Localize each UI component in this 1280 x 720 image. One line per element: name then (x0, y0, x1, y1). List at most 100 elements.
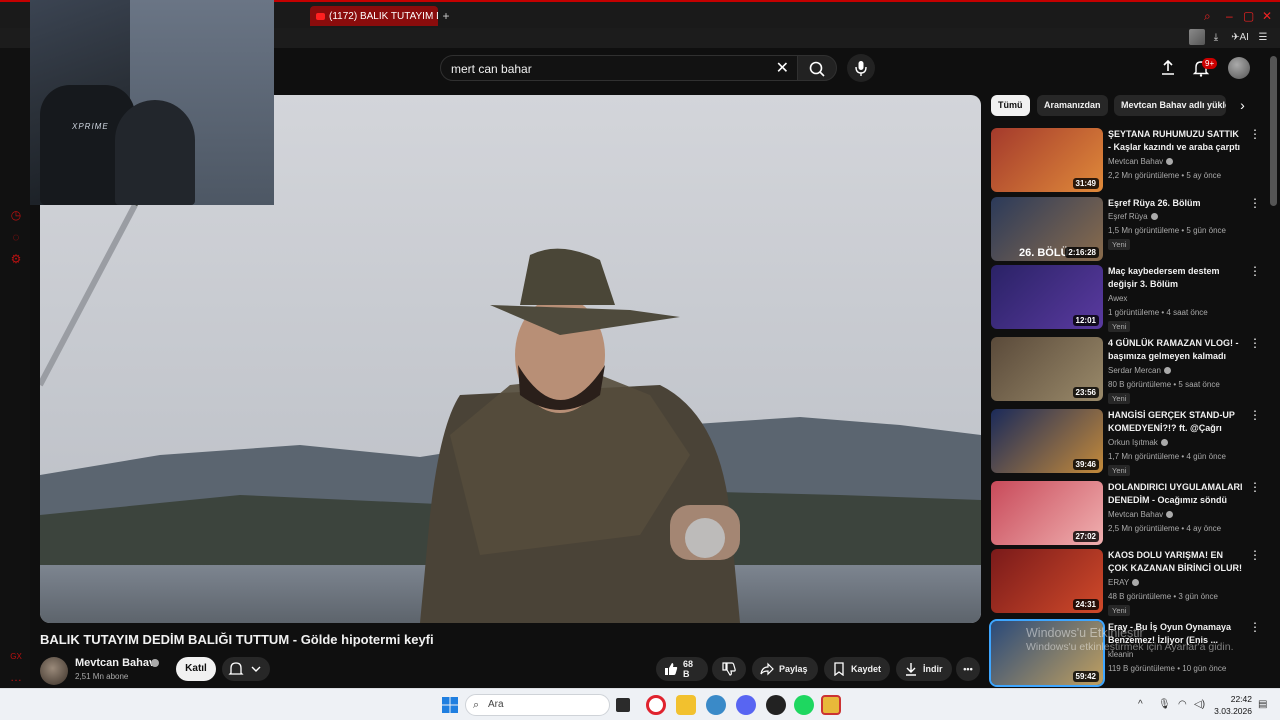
download-arrow-icon (906, 663, 916, 676)
chip-from-search[interactable]: Aramanızdan (1037, 95, 1108, 116)
chip-all[interactable]: Tümü (991, 95, 1030, 116)
network-app-icon[interactable] (706, 695, 726, 715)
ai-button[interactable]: ✈ AI (1228, 29, 1252, 45)
new-badge: Yeni (1108, 239, 1131, 250)
upload-button[interactable] (1158, 58, 1178, 78)
chip-channel-uploads[interactable]: Mevtcan Bahav adlı yükle (1114, 95, 1226, 116)
download-button[interactable]: İndir (896, 657, 952, 681)
browser-tab-youtube[interactable]: (1172) BALIK TUTAYIM DE (310, 6, 438, 26)
share-button[interactable]: Paylaş (752, 657, 818, 681)
subscriber-count: 2,51 Mn abone (75, 672, 129, 681)
taskbar-clock[interactable]: 22:42 3.03.2026 (1212, 693, 1252, 717)
maximize-icon[interactable]: ▢ (1243, 9, 1254, 23)
recommendation-channel[interactable]: Orkun Işıtmak (1108, 438, 1168, 447)
thumbs-up-icon (665, 663, 678, 675)
recommendation-title[interactable]: Maç kaybedersem destem değişir 3. Bölüm (1108, 265, 1244, 291)
recommendation-channel[interactable]: ERAY (1108, 578, 1140, 587)
search-button[interactable] (797, 55, 837, 81)
extension-thumbnail-icon[interactable] (1189, 29, 1205, 45)
recommendation-title[interactable]: ŞEYTANA RUHUMUZU SATTIK - Kaşlar kazındı… (1108, 128, 1244, 154)
more-vertical-icon[interactable]: ⋮ (1249, 197, 1261, 209)
new-tab-button[interactable]: + (440, 9, 452, 23)
dislike-button[interactable] (712, 657, 746, 681)
recommendation-item[interactable]: 27:02 DOLANDIRICI UYGULAMALARI DENEDİM - … (991, 481, 1263, 547)
wifi-icon[interactable]: ◠ (1178, 699, 1187, 710)
recommendation-channel[interactable]: Mevtcan Bahav (1108, 157, 1174, 166)
recommendation-item[interactable]: 24:31 KAOS DOLU YARIŞMA! EN ÇOK KAZANAN B… (991, 549, 1263, 616)
video-thumbnail[interactable]: 23:56 (991, 337, 1103, 401)
video-thumbnail[interactable]: 24:31 (991, 549, 1103, 613)
more-vertical-icon[interactable]: ⋮ (1249, 621, 1261, 633)
recommendation-title[interactable]: KAOS DOLU YARIŞMA! EN ÇOK KAZANAN BİRİNC… (1108, 549, 1244, 575)
more-vertical-icon[interactable]: ⋮ (1249, 337, 1261, 349)
search-tabs-icon[interactable]: ⌕ (1204, 9, 1211, 24)
video-thumbnail[interactable]: 12:01 (991, 265, 1103, 329)
more-vertical-icon[interactable]: ⋮ (1249, 409, 1261, 421)
more-vertical-icon[interactable]: ⋮ (1249, 481, 1261, 493)
search-input[interactable]: mert can bahar ✕ (440, 55, 798, 81)
file-explorer-icon[interactable] (676, 695, 696, 715)
volume-icon[interactable]: ◁) (1194, 699, 1205, 710)
recommendation-meta: 1,5 Mn görüntüleme • 5 gün önce (1108, 226, 1226, 235)
more-actions-button[interactable]: ••• (956, 657, 980, 681)
recommendation-channel-name: Mevtcan Bahav (1108, 157, 1164, 166)
recommendation-channel[interactable]: Awex (1108, 294, 1127, 303)
recommendation-meta: 119 B görüntüleme • 10 gün önce (1108, 664, 1227, 673)
close-window-icon[interactable]: ✕ (1262, 9, 1272, 23)
recommendation-title[interactable]: HANGİSİ GERÇEK STAND-UP KOMEDYENİ?!? ft.… (1108, 409, 1244, 435)
recommendation-channel-name: Eşref Rüya (1108, 212, 1148, 221)
clear-search-icon[interactable]: ✕ (776, 58, 789, 78)
video-title: BALIK TUTAYIM DEDİM BALIĞI TUTTUM - Göld… (40, 632, 434, 647)
channel-name[interactable]: Mevtcan Bahav (75, 657, 155, 669)
recommendation-title[interactable]: Eşref Rüya 26. Bölüm (1108, 197, 1244, 210)
recommendation-channel[interactable]: Eşref Rüya (1108, 212, 1158, 221)
recommendation-title[interactable]: DOLANDIRICI UYGULAMALARI DENEDİM - Ocağı… (1108, 481, 1244, 507)
task-view-icon[interactable] (616, 698, 630, 712)
notification-center-icon[interactable]: ▤ (1258, 699, 1267, 710)
messenger-icon[interactable]: ◌ (9, 230, 23, 244)
recommendation-item[interactable]: 39:46 HANGİSİ GERÇEK STAND-UP KOMEDYENİ?!… (991, 409, 1263, 476)
mic-tray-icon[interactable]: 🎙 (1158, 699, 1171, 710)
join-button[interactable]: Katıl (176, 657, 216, 681)
video-thumbnail[interactable]: 26. BÖLÜ 2:16:28 (991, 197, 1103, 261)
search-icon (809, 61, 825, 77)
start-button[interactable] (440, 695, 460, 715)
more-vertical-icon[interactable]: ⋮ (1249, 128, 1261, 140)
more-vertical-icon[interactable]: ⋮ (1249, 549, 1261, 561)
subscribed-bell-button[interactable] (222, 657, 270, 681)
recommendation-item[interactable]: 23:56 4 GÜNLÜK RAMAZAN VLOG! - başımıza g… (991, 337, 1263, 404)
recommendation-item[interactable]: 26. BÖLÜ 2:16:28 Eşref Rüya 26. Bölüm Eşref… (991, 197, 1263, 263)
opera-icon[interactable] (646, 695, 666, 715)
active-app-icon[interactable] (821, 695, 841, 715)
video-thumbnail[interactable]: 31:49 (991, 128, 1103, 192)
menu-icon[interactable]: ☰ (1256, 29, 1270, 45)
recommendation-channel[interactable]: Mevtcan Bahav (1108, 510, 1174, 519)
voice-search-button[interactable] (847, 54, 875, 82)
thumbnail-text: 26. BÖLÜ (1019, 247, 1069, 259)
history-icon[interactable]: ◷ (9, 208, 23, 222)
recommendation-item[interactable]: 12:01 Maç kaybedersem destem değişir 3. B… (991, 265, 1263, 332)
chevron-right-icon[interactable]: › (1232, 95, 1253, 116)
save-button[interactable]: Kaydet (824, 657, 890, 681)
watermark-line-2: Windows'u etkinleştirmek için Ayarlar'a … (1026, 641, 1234, 653)
like-button[interactable]: 68 B (656, 657, 708, 681)
settings-icon[interactable]: ⚙ (9, 252, 23, 266)
account-avatar[interactable] (1228, 57, 1250, 79)
tray-chevron-icon[interactable]: ^ (1138, 699, 1143, 710)
more-vertical-icon[interactable]: ⋮ (1249, 265, 1261, 277)
recommendation-channel[interactable]: Serdar Mercan (1108, 366, 1171, 375)
steam-icon[interactable] (766, 695, 786, 715)
download-icon[interactable]: ⤓ (1209, 29, 1223, 45)
video-thumbnail[interactable]: 27:02 (991, 481, 1103, 545)
spotify-icon[interactable] (794, 695, 814, 715)
more-icon[interactable]: … (9, 670, 23, 684)
gx-icon[interactable]: GX (9, 650, 23, 664)
recommendation-item[interactable]: 31:49 ŞEYTANA RUHUMUZU SATTIK - Kaşlar ka… (991, 128, 1263, 194)
channel-avatar[interactable] (40, 657, 68, 685)
video-thumbnail[interactable]: 39:46 (991, 409, 1103, 473)
page-scrollbar[interactable] (1270, 56, 1277, 206)
minimize-icon[interactable]: – (1226, 9, 1233, 23)
taskbar-search[interactable]: ⌕ Ara (465, 694, 610, 716)
discord-icon[interactable] (736, 695, 756, 715)
recommendation-title[interactable]: 4 GÜNLÜK RAMAZAN VLOG! - başımıza gelmey… (1108, 337, 1244, 363)
